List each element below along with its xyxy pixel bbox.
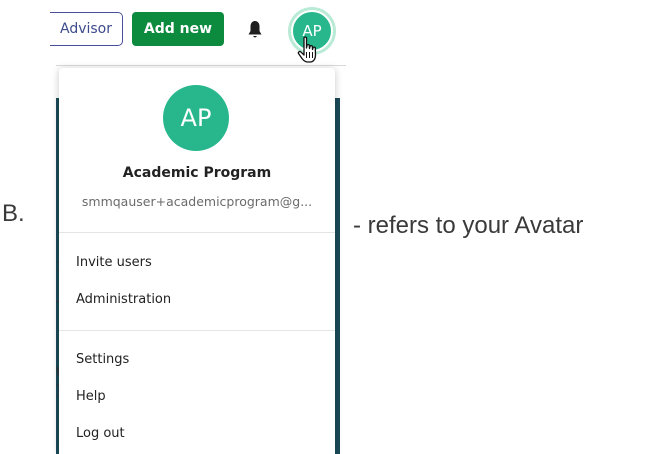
menu-item-settings[interactable]: Settings <box>76 352 129 367</box>
menu-item-help[interactable]: Help <box>76 389 106 404</box>
avatar-dropdown-menu: AP Academic Program smmqauser+academicpr… <box>59 68 335 454</box>
menu-item-invite-users[interactable]: Invite users <box>76 255 152 270</box>
menu-item-log-out[interactable]: Log out <box>76 426 125 441</box>
profile-name: Academic Program <box>122 165 272 181</box>
menu-divider <box>59 330 335 331</box>
profile-avatar: AP <box>163 85 229 151</box>
add-new-button[interactable]: Add new <box>132 12 224 46</box>
hand-cursor-icon <box>297 36 317 63</box>
advisor-button[interactable]: Advisor <box>50 12 123 46</box>
menu-item-administration[interactable]: Administration <box>76 292 171 307</box>
caption-letter: B. <box>2 200 25 227</box>
menu-divider <box>59 232 335 233</box>
caption-description: - refers to your Avatar <box>353 212 584 239</box>
profile-email: smmqauser+academicprogram@g... <box>81 194 313 209</box>
bell-icon[interactable] <box>247 20 263 40</box>
